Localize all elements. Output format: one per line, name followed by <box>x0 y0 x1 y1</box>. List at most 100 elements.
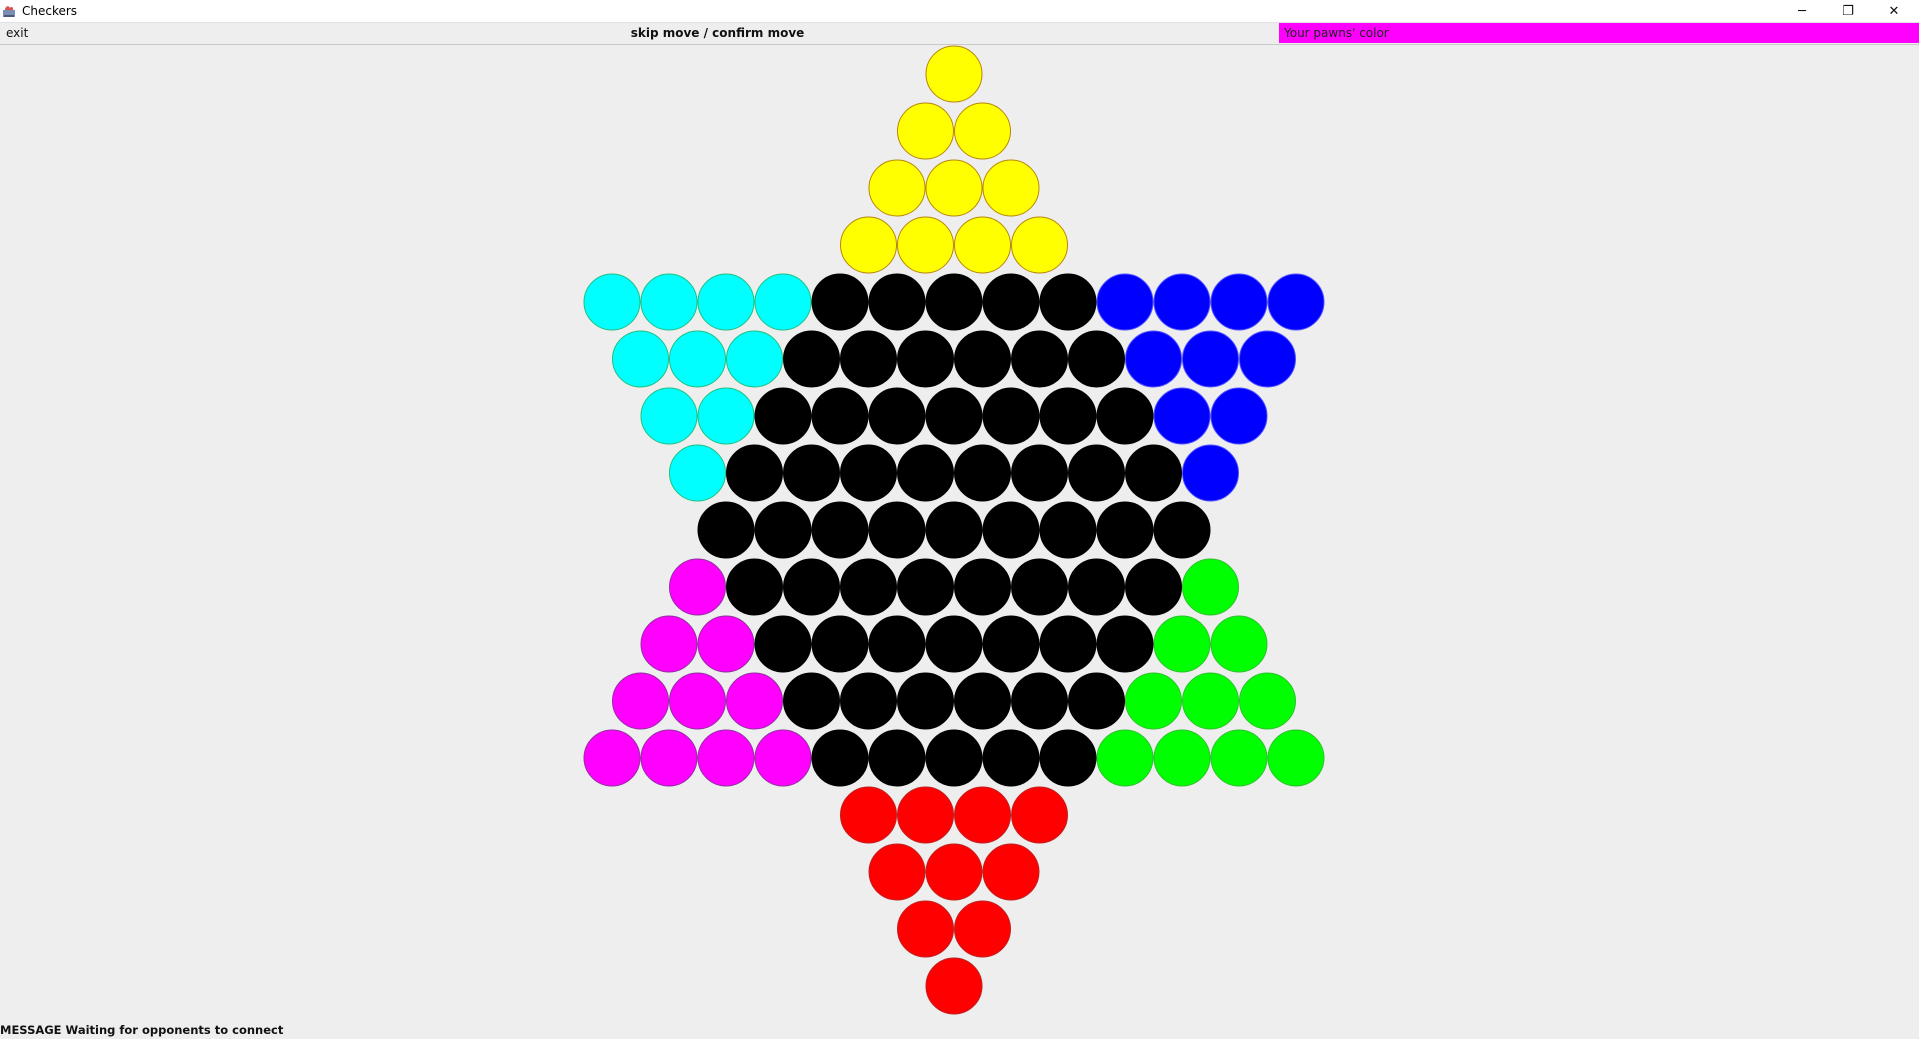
green-pawn[interactable] <box>1182 672 1239 730</box>
blue-pawn[interactable] <box>1210 387 1268 445</box>
empty-field[interactable] <box>1039 387 1097 445</box>
green-pawn[interactable] <box>1125 672 1182 730</box>
yellow-pawn[interactable] <box>925 159 983 217</box>
empty-field[interactable] <box>1068 330 1125 388</box>
red-pawn[interactable] <box>897 786 954 844</box>
empty-field[interactable] <box>1068 672 1125 730</box>
empty-field[interactable] <box>840 672 897 730</box>
cyan-pawn[interactable] <box>669 330 726 388</box>
empty-field[interactable] <box>925 501 983 559</box>
blue-pawn[interactable] <box>1125 330 1182 388</box>
yellow-pawn[interactable] <box>1011 216 1068 274</box>
yellow-pawn[interactable] <box>897 216 954 274</box>
empty-field[interactable] <box>726 558 783 616</box>
empty-field[interactable] <box>726 444 783 502</box>
empty-field[interactable] <box>1039 273 1097 331</box>
cyan-pawn[interactable] <box>640 273 698 331</box>
empty-field[interactable] <box>783 558 840 616</box>
empty-field[interactable] <box>1068 444 1125 502</box>
cyan-pawn[interactable] <box>640 387 698 445</box>
green-pawn[interactable] <box>1153 729 1211 787</box>
magenta-pawn[interactable] <box>726 672 783 730</box>
cyan-pawn[interactable] <box>612 330 669 388</box>
exit-button[interactable]: exit <box>0 23 34 43</box>
empty-field[interactable] <box>1011 672 1068 730</box>
red-pawn[interactable] <box>925 957 983 1015</box>
red-pawn[interactable] <box>1011 786 1068 844</box>
green-pawn[interactable] <box>1239 672 1296 730</box>
magenta-pawn[interactable] <box>754 729 812 787</box>
empty-field[interactable] <box>982 387 1040 445</box>
empty-field[interactable] <box>1153 501 1211 559</box>
empty-field[interactable] <box>811 615 869 673</box>
empty-field[interactable] <box>868 273 926 331</box>
empty-field[interactable] <box>982 501 1040 559</box>
empty-field[interactable] <box>1011 444 1068 502</box>
empty-field[interactable] <box>897 672 954 730</box>
cyan-pawn[interactable] <box>697 387 755 445</box>
blue-pawn[interactable] <box>1182 444 1239 502</box>
green-pawn[interactable] <box>1267 729 1325 787</box>
magenta-pawn[interactable] <box>697 729 755 787</box>
minimize-button[interactable]: ─ <box>1779 0 1825 22</box>
empty-field[interactable] <box>1068 558 1125 616</box>
empty-field[interactable] <box>1039 615 1097 673</box>
yellow-pawn[interactable] <box>840 216 897 274</box>
empty-field[interactable] <box>982 615 1040 673</box>
empty-field[interactable] <box>840 558 897 616</box>
empty-field[interactable] <box>811 273 869 331</box>
empty-field[interactable] <box>868 729 926 787</box>
cyan-pawn[interactable] <box>726 330 783 388</box>
empty-field[interactable] <box>925 729 983 787</box>
yellow-pawn[interactable] <box>982 159 1040 217</box>
empty-field[interactable] <box>954 330 1011 388</box>
empty-field[interactable] <box>1096 501 1154 559</box>
blue-pawn[interactable] <box>1210 273 1268 331</box>
empty-field[interactable] <box>811 729 869 787</box>
empty-field[interactable] <box>754 387 812 445</box>
cyan-pawn[interactable] <box>669 444 726 502</box>
restore-button[interactable]: ❐ <box>1825 0 1871 22</box>
green-pawn[interactable] <box>1096 729 1154 787</box>
cyan-pawn[interactable] <box>583 273 641 331</box>
green-pawn[interactable] <box>1153 615 1211 673</box>
empty-field[interactable] <box>811 387 869 445</box>
blue-pawn[interactable] <box>1153 387 1211 445</box>
empty-field[interactable] <box>754 615 812 673</box>
red-pawn[interactable] <box>954 786 1011 844</box>
empty-field[interactable] <box>783 672 840 730</box>
red-pawn[interactable] <box>982 843 1040 901</box>
empty-field[interactable] <box>1125 558 1182 616</box>
green-pawn[interactable] <box>1210 729 1268 787</box>
red-pawn[interactable] <box>868 843 926 901</box>
empty-field[interactable] <box>754 501 812 559</box>
green-pawn[interactable] <box>1210 615 1268 673</box>
blue-pawn[interactable] <box>1182 330 1239 388</box>
magenta-pawn[interactable] <box>697 615 755 673</box>
close-button[interactable]: ✕ <box>1871 0 1917 22</box>
blue-pawn[interactable] <box>1239 330 1296 388</box>
empty-field[interactable] <box>1011 330 1068 388</box>
green-pawn[interactable] <box>1182 558 1239 616</box>
magenta-pawn[interactable] <box>669 558 726 616</box>
blue-pawn[interactable] <box>1096 273 1154 331</box>
yellow-pawn[interactable] <box>868 159 926 217</box>
yellow-pawn[interactable] <box>925 45 983 103</box>
empty-field[interactable] <box>783 444 840 502</box>
game-board[interactable] <box>0 44 1919 1019</box>
red-pawn[interactable] <box>954 900 1011 958</box>
red-pawn[interactable] <box>840 786 897 844</box>
empty-field[interactable] <box>811 501 869 559</box>
magenta-pawn[interactable] <box>612 672 669 730</box>
empty-field[interactable] <box>1039 501 1097 559</box>
empty-field[interactable] <box>954 672 1011 730</box>
empty-field[interactable] <box>982 729 1040 787</box>
empty-field[interactable] <box>925 273 983 331</box>
empty-field[interactable] <box>868 615 926 673</box>
empty-field[interactable] <box>1096 387 1154 445</box>
blue-pawn[interactable] <box>1153 273 1211 331</box>
empty-field[interactable] <box>925 387 983 445</box>
empty-field[interactable] <box>1096 615 1154 673</box>
yellow-pawn[interactable] <box>954 216 1011 274</box>
empty-field[interactable] <box>1039 729 1097 787</box>
